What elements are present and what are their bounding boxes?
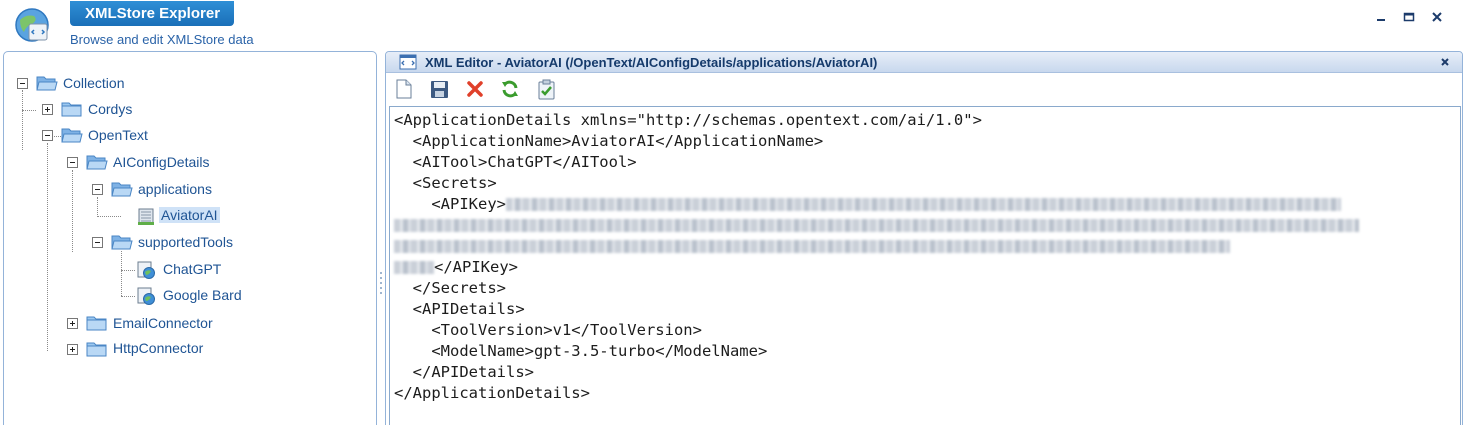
tree-connector xyxy=(97,197,98,217)
tree-node-opentext[interactable]: OpenText xyxy=(88,127,148,143)
close-icon[interactable] xyxy=(1423,6,1451,28)
tree-connector xyxy=(121,270,135,271)
tree-connector xyxy=(97,216,121,217)
tree-connector xyxy=(22,90,23,150)
redacted-api-key xyxy=(394,261,434,274)
tree-node-aviatorai[interactable]: AviatorAI xyxy=(159,207,220,223)
folder-icon xyxy=(86,316,107,331)
tree-connector xyxy=(22,110,36,111)
open-folder-icon xyxy=(61,128,83,143)
app-header: XMLStore Explorer Browse and edit XMLSto… xyxy=(0,0,1463,50)
save-icon[interactable] xyxy=(427,77,451,101)
collapse-toggle-aiconfigdetails[interactable] xyxy=(67,157,78,168)
expand-toggle-emailconnector[interactable] xyxy=(67,318,78,329)
tree-node-applications[interactable]: applications xyxy=(138,181,212,197)
xml-editor-panel: XML Editor - AviatorAI (/OpenText/AIConf… xyxy=(385,51,1463,425)
close-icon[interactable] xyxy=(1438,55,1452,69)
code-line: </APIKey> xyxy=(434,258,518,276)
tree-node-httpconnector[interactable]: HttpConnector xyxy=(113,340,203,356)
xml-code-text: <ApplicationDetails xmlns="http://schema… xyxy=(394,110,1359,404)
open-folder-icon xyxy=(86,155,108,170)
open-folder-icon xyxy=(111,182,133,197)
tree-connector xyxy=(121,296,135,297)
expand-toggle-cordys[interactable] xyxy=(42,104,53,115)
window-controls xyxy=(1367,6,1451,28)
code-line: </APIDetails> xyxy=(394,363,534,381)
xml-editor-icon xyxy=(399,54,417,70)
tree-connector xyxy=(121,251,122,296)
xml-code-editor[interactable]: <ApplicationDetails xmlns="http://schema… xyxy=(389,106,1461,425)
xmlstore-logo-icon xyxy=(12,6,52,46)
expand-toggle-httpconnector[interactable] xyxy=(67,344,78,355)
code-line: <ToolVersion>v1</ToolVersion> xyxy=(394,321,702,339)
collapse-toggle-applications[interactable] xyxy=(92,184,103,195)
validate-icon[interactable] xyxy=(534,77,558,101)
folder-icon xyxy=(86,342,107,357)
redacted-api-key xyxy=(394,219,1359,232)
document-globe-icon xyxy=(137,287,155,305)
redacted-api-key xyxy=(505,198,1341,211)
tree-node-emailconnector[interactable]: EmailConnector xyxy=(113,315,213,331)
tree-panel: Collection Cordys OpenText AIConfigDetai… xyxy=(3,51,377,425)
collapse-toggle-opentext[interactable] xyxy=(42,130,53,141)
tree-node-collection[interactable]: Collection xyxy=(63,75,124,91)
editor-titlebar: XML Editor - AviatorAI (/OpenText/AIConf… xyxy=(386,52,1462,73)
tree-connector xyxy=(72,170,73,252)
collapse-toggle-supportedtools[interactable] xyxy=(92,237,103,248)
app-title: XMLStore Explorer xyxy=(70,1,235,26)
folder-icon xyxy=(61,102,82,117)
open-folder-icon xyxy=(36,76,58,91)
tree-node-google-bard[interactable]: Google Bard xyxy=(163,287,242,303)
redacted-api-key xyxy=(394,240,1230,253)
tree-connector xyxy=(47,143,48,351)
new-document-icon[interactable] xyxy=(392,77,416,101)
tree-node-chatgpt[interactable]: ChatGPT xyxy=(163,261,221,277)
code-line: <Secrets> xyxy=(394,174,497,192)
app-subtitle: Browse and edit XMLStore data xyxy=(70,32,254,47)
document-globe-icon xyxy=(137,261,155,279)
code-line: <APIDetails> xyxy=(394,300,525,318)
tree-node-cordys[interactable]: Cordys xyxy=(88,101,132,117)
code-line: <ApplicationName>AviatorAI</ApplicationN… xyxy=(394,132,824,150)
tree-node-aiconfigdetails[interactable]: AIConfigDetails xyxy=(113,154,210,170)
panel-splitter-handle[interactable] xyxy=(379,270,383,300)
code-line: <ApplicationDetails xmlns="http://schema… xyxy=(394,111,982,129)
code-line: <AITool>ChatGPT</AITool> xyxy=(394,153,637,171)
delete-icon[interactable] xyxy=(463,77,487,101)
open-folder-icon xyxy=(111,235,133,250)
code-line: </Secrets> xyxy=(394,279,506,297)
xml-document-icon xyxy=(138,208,154,225)
code-line: </ApplicationDetails> xyxy=(394,384,590,402)
editor-title: XML Editor - AviatorAI (/OpenText/AIConf… xyxy=(425,55,878,70)
tree-node-supportedtools[interactable]: supportedTools xyxy=(138,234,233,250)
minimize-icon[interactable] xyxy=(1367,6,1395,28)
editor-toolbar xyxy=(386,74,1462,104)
code-line: <ModelName>gpt-3.5-turbo</ModelName> xyxy=(394,342,768,360)
refresh-icon[interactable] xyxy=(498,77,522,101)
code-line: <APIKey> xyxy=(394,195,506,213)
maximize-icon[interactable] xyxy=(1395,6,1423,28)
collapse-toggle-collection[interactable] xyxy=(17,78,28,89)
